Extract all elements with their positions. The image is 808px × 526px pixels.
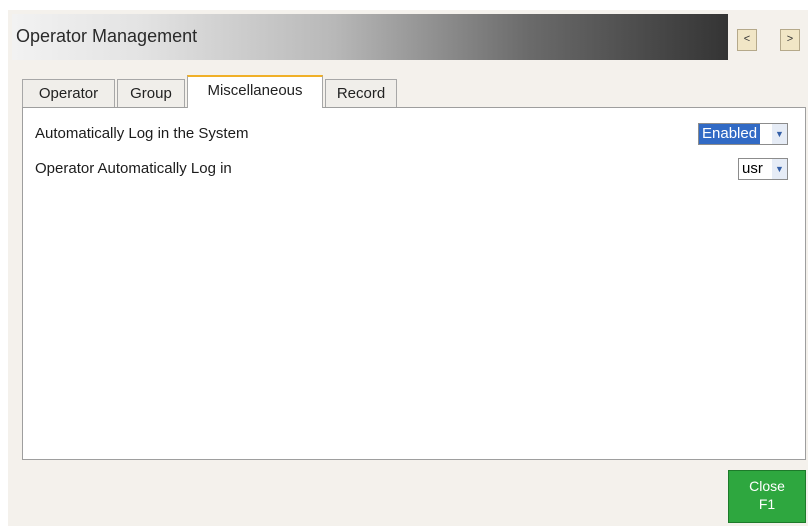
operator-auto-login-select[interactable]: usr ▼ <box>738 158 788 180</box>
operator-auto-login-value: usr <box>742 160 763 177</box>
next-button[interactable]: > <box>780 29 800 51</box>
operator-auto-login-label: Operator Automatically Log in <box>35 160 232 177</box>
close-button-label: Close <box>749 478 785 494</box>
chevron-down-icon: ▼ <box>772 159 787 179</box>
tab-operator[interactable]: Operator <box>22 79 115 107</box>
close-button[interactable]: Close F1 <box>728 470 806 523</box>
auto-login-system-value: Enabled <box>699 124 761 144</box>
auto-login-system-select[interactable]: Enabled ▼ <box>698 123 788 145</box>
tab-group[interactable]: Group <box>117 79 185 107</box>
tab-record[interactable]: Record <box>325 79 397 107</box>
window-title: Operator Management <box>16 26 198 46</box>
title-bar: Operator Management <box>12 14 728 60</box>
close-button-shortcut: F1 <box>758 496 776 512</box>
settings-panel: Automatically Log in the System Enabled … <box>22 107 806 460</box>
auto-login-system-label: Automatically Log in the System <box>35 125 249 142</box>
tab-miscellaneous[interactable]: Miscellaneous <box>187 75 323 108</box>
chevron-down-icon: ▼ <box>772 124 787 144</box>
previous-button[interactable]: < <box>737 29 757 51</box>
